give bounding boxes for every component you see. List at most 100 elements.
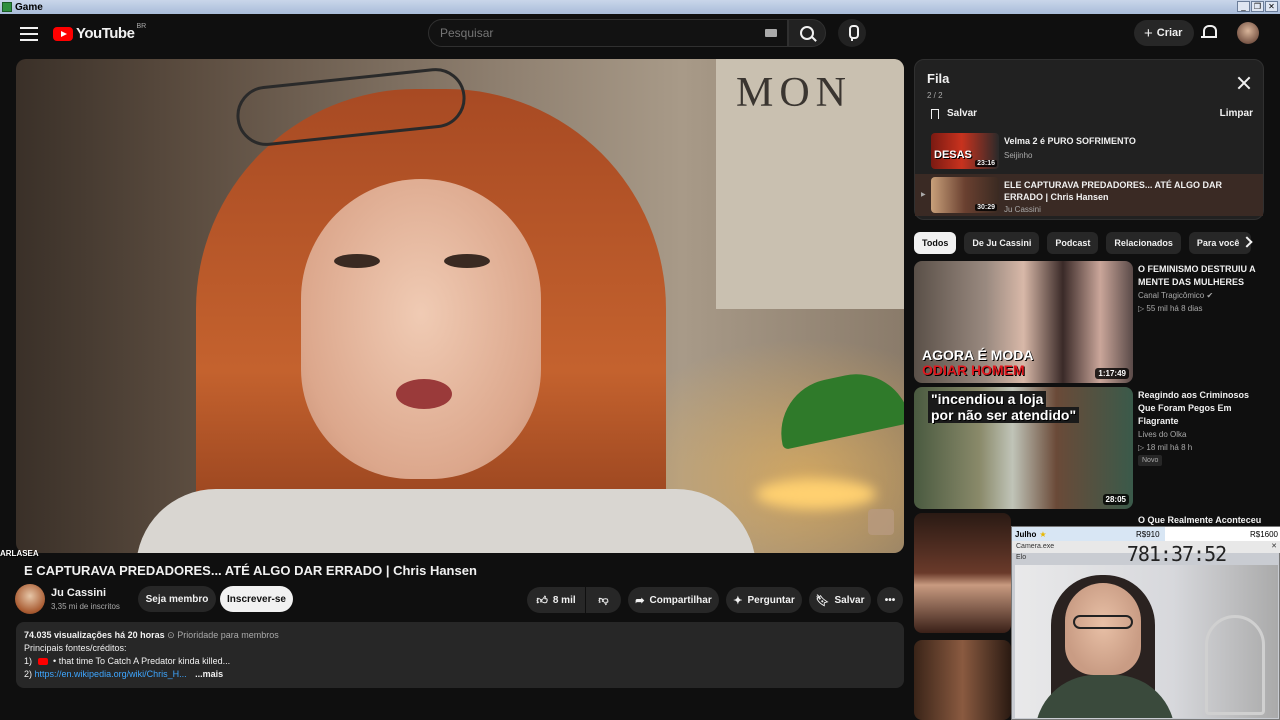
stream-timer: 781:37:52 [1126,542,1227,566]
keyboard-icon[interactable] [765,29,777,37]
recommendation-thumbnail [914,640,1011,720]
recommendation-duration: 1:17:49 [1095,368,1129,379]
search-input[interactable] [440,26,760,40]
channel-avatar[interactable] [15,584,45,614]
upload-age: há 8 dias [1169,304,1203,313]
priority-label: Prioridade para membros [177,630,279,640]
webcam-overlay: Julho ★ R$910 R$1600 Camera.exe ✕ Elo 78… [1011,526,1280,720]
thumbs-down-icon: 👎︎ [598,595,609,606]
recommendation-duration: 28:05 [1102,494,1129,505]
queue-count: 2 / 2 [927,91,943,100]
save-button[interactable]: 🔖︎ Salvar [809,587,871,613]
close-icon[interactable]: ✕ [1265,1,1278,12]
notifications-bell-icon[interactable] [1200,23,1218,43]
upload-age: há 8 h [1169,443,1193,452]
channel-watermark[interactable] [868,509,894,535]
queue-duration: 23:16 [975,160,997,167]
view-count: 18 mil [1146,443,1168,452]
plus-icon: + [1144,24,1153,42]
recommendation-item[interactable]: "incendiou a loja por não ser atendido" … [914,387,1264,509]
create-button[interactable]: + Criar [1134,20,1195,46]
top-header: YouTube BR + Criar [0,14,1280,54]
search-box [428,19,788,47]
recommendation-channel: Lives do Olka [1138,430,1187,439]
filter-chips: Todos De Ju Cassini Podcast Relacionados… [914,231,1264,255]
like-button[interactable]: 👍︎ 8 mil [527,587,585,613]
video-title: E CAPTURAVA PREDADORES... ATÉ ALGO DAR E… [24,563,477,578]
description-stats: 74.035 visualizações há 20 horas ⊙ Prior… [24,629,896,642]
chevron-right-icon[interactable] [1240,235,1254,249]
thumbnail-caption: AGORA É MODA [922,347,1034,363]
thumbnail-caption: "incendiou a loja [928,391,1047,407]
more-actions-button[interactable]: ••• [877,587,903,613]
join-button[interactable]: Seja membro [138,586,216,612]
account-avatar[interactable] [1237,22,1259,44]
chip-channel[interactable]: De Ju Cassini [964,232,1040,254]
star-icon: ★ [1039,529,1047,539]
video-player[interactable]: MON [16,59,904,553]
thumbnail-caption: por não ser atendido" [928,407,1080,423]
video-subject-face [301,179,541,479]
queue-title: Fila [927,71,950,86]
description-item-text[interactable]: • that time To Catch A Predator kinda ki… [53,656,230,666]
recommendation-thumbnail [914,513,1011,633]
video-subject-eye [444,254,490,268]
description-box[interactable]: 74.035 visualizações há 20 horas ⊙ Prior… [16,622,904,688]
queue-save-button[interactable]: Salvar [931,108,977,119]
recommendation-stats: ▷ 18 mil há 8 h [1138,441,1264,454]
queue-item-current[interactable]: ▶ 30:29 ELE CAPTURAVA PREDADORES... ATÉ … [915,174,1263,216]
new-badge: Novo [1138,455,1163,466]
subscribe-button[interactable]: Inscrever-se [220,586,293,612]
search-icon[interactable] [788,19,826,47]
goal-month: Julho [1015,529,1037,539]
description-item: 1) • that time To Catch A Predator kinda… [24,655,896,668]
video-wall-text: MON [736,70,853,116]
minimize-icon[interactable]: _ [1237,1,1250,12]
chip-all[interactable]: Todos [914,232,957,254]
window-titlebar: Game _ ❐ ✕ [0,0,1280,14]
queue-item-title: Velma 2 é PURO SOFRIMENTO [1004,136,1136,146]
create-label: Criar [1156,27,1183,39]
channel-subscribers: 3,35 mi de inscritos [51,602,120,611]
window-controls: _ ❐ ✕ [1237,1,1278,12]
webcam-chair [1205,615,1265,715]
queue-save-label: Salvar [947,108,978,119]
thumbnail-text: DESAS [934,149,972,161]
share-label: Compartilhar [649,594,712,606]
ask-button[interactable]: ✦ Perguntar [726,587,802,613]
webcam-person-face [1065,583,1141,675]
youtube-logo[interactable]: YouTube BR [53,23,146,42]
channel-name[interactable]: Ju Cassini [51,587,106,599]
recommendation-channel: Canal Tragicômico ✔︎ [1138,289,1264,302]
recommendation-thumbnail: AGORA É MODA ODIAR HOMEM 1:17:49 [914,261,1133,383]
wikipedia-link[interactable]: https://en.wikipedia.org/wiki/Chris_H... [35,669,187,679]
goal-progress-bar: Julho ★ R$910 R$1600 [1012,527,1280,541]
youtube-play-icon [53,26,73,41]
menu-icon[interactable] [18,24,40,44]
goal-current: R$910 [1136,529,1160,539]
queue-item[interactable]: DESAS 23:16 Velma 2 é PURO SOFRIMENTO Se… [915,130,1263,172]
restore-icon[interactable]: ❐ [1251,1,1264,12]
microphone-icon[interactable] [838,19,866,47]
item-number: 1) [24,656,33,666]
view-count: 74.035 visualizações [24,630,113,640]
youtube-mini-icon [37,658,48,666]
recommendation-title: O FEMINISMO DESTRUIU A MENTE DAS MULHERE… [1138,264,1256,287]
close-icon[interactable] [1237,76,1251,90]
queue-clear-button[interactable]: Limpar [1220,108,1253,119]
queue-item-channel: Ju Cassini [1004,205,1041,214]
goal-target: R$1600 [1249,529,1278,539]
chip-podcast[interactable]: Podcast [1047,232,1099,254]
stream-overlay-name: ARLASEA [0,549,39,558]
chip-related[interactable]: Relacionados [1106,232,1181,254]
more-icon: ••• [884,594,896,606]
show-more-link[interactable]: ...mais [195,669,223,679]
share-button[interactable]: ➦ Compartilhar [628,587,719,613]
channel-name: Canal Tragicômico [1138,291,1205,300]
recommendation-item[interactable]: AGORA É MODA ODIAR HOMEM 1:17:49 O FEMIN… [914,261,1264,383]
queue-duration: 30:29 [975,204,997,211]
logo-text: YouTube [76,25,135,42]
dislike-button[interactable]: 👎︎ [586,587,621,613]
queue-item-channel: Seijinho [1004,151,1033,160]
queue-thumbnail: DESAS 23:16 [931,133,999,169]
